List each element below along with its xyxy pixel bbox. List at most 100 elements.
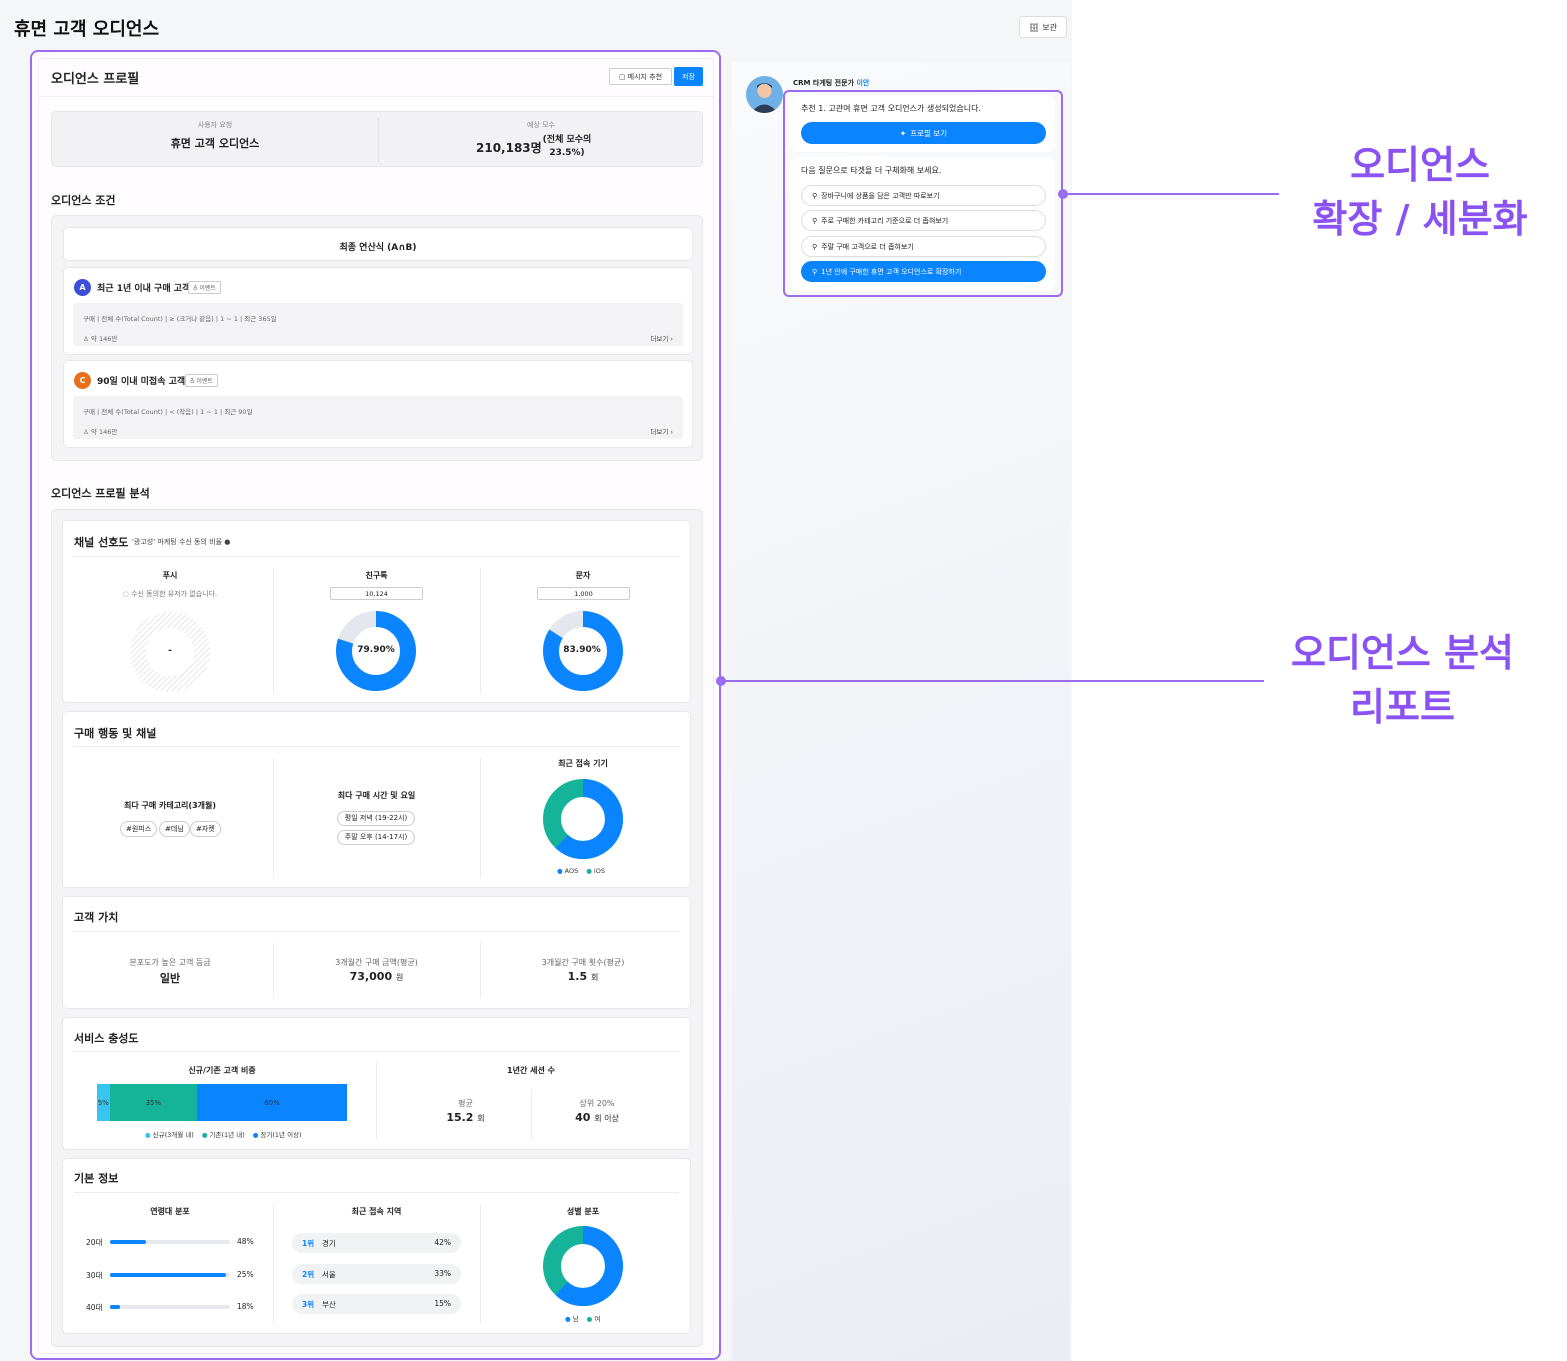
session-top-value: 40 (575, 1111, 591, 1124)
clock-icon: ◌ (122, 590, 129, 598)
gender-title: 성별 분포 (566, 1207, 600, 1216)
age-pct: 25% (237, 1270, 254, 1279)
panel-divider (38, 96, 714, 97)
condition-count: ♙ 약 146만 (83, 333, 117, 343)
region-pct: 42% (434, 1238, 451, 1247)
push-note-text: 수신 동의한 유저가 없습니다. (131, 590, 218, 598)
age-label: 20대 (86, 1238, 103, 1247)
archive-icon: 🗄 (1029, 22, 1040, 32)
annotation-report-line1: 오디언스 분석 (1291, 631, 1514, 675)
session-top-label: 상위 20% (579, 1099, 615, 1108)
agent-name: CRM 타게팅 전문가 이안 (793, 78, 869, 88)
metric-count-value: 1.5 (567, 970, 588, 983)
category-title: 최다 구매 카테고리(3개월) (123, 801, 217, 810)
device-donut (543, 779, 623, 859)
event-tag: ♁ 이벤트 (185, 374, 218, 387)
estimate-ratio-line2: 23.5%) (549, 148, 585, 158)
card-divider (74, 746, 679, 747)
push-note: ◌ 수신 동의한 유저가 없습니다. (74, 589, 266, 599)
region-rank: 1위 (302, 1239, 315, 1248)
agent-highlight: 이안 (856, 79, 870, 87)
card-divider (74, 1192, 679, 1193)
device-legend: AOS iOS (557, 867, 605, 875)
avatar (746, 76, 783, 113)
channel-subtitle: '광고성' 마케팅 수신 동의 비율 ● (132, 537, 230, 547)
chevron-right-icon: › (670, 335, 673, 343)
annotation-expansion-line2: 확장 / 세분화 (1312, 197, 1528, 241)
event-tag-label: 이벤트 (199, 285, 216, 292)
store-button[interactable]: 🗄 보관 (1019, 16, 1067, 38)
age-bar-track (110, 1273, 230, 1277)
metric-count: 1.5 회 (487, 970, 679, 983)
gender-legend: 남 여 (565, 1313, 601, 1323)
column-divider (480, 943, 481, 998)
save-button[interactable]: 저장 (674, 67, 703, 86)
event-tag-label: 이벤트 (196, 378, 213, 385)
kakao-title: 친구톡 (365, 571, 388, 580)
condition-card-a[interactable]: A 최근 1년 이내 구매 고객 ♁ 이벤트 구매 | 전체 수(Total C… (63, 267, 693, 355)
more-link-label: 더보기 (650, 428, 669, 436)
metric-grade-value: 일반 (159, 972, 181, 985)
session-avg-unit: 회 (477, 1114, 485, 1123)
metric-grade-label: 분포도가 높은 고객 등급 (129, 958, 211, 967)
session-top: 40 회 이상 (532, 1111, 662, 1124)
condition-name: 90일 이내 미접속 고객 (97, 377, 186, 387)
condition-count-value: 약 146만 (90, 335, 118, 343)
summary-box: 사용자 요청 휴면 고객 오디언스 예상 모수 210,183명 (전체 모수의… (51, 111, 703, 167)
kakao-pct: 79.90% (357, 645, 395, 655)
category-tag: #데님 (159, 821, 190, 837)
metric-count-label: 3개월간 구매 횟수(평균) (541, 958, 625, 967)
region-name: 부산 (322, 1300, 336, 1309)
user-icon: ♙ (83, 428, 89, 436)
session-title: 1년간 세션 수 (507, 1066, 555, 1075)
message-recommend-label: 메시지 추천 (627, 72, 663, 81)
column-divider (273, 758, 274, 878)
condition-badge: A (74, 279, 91, 296)
chevron-right-icon: › (670, 428, 673, 436)
session-avg-value: 15.2 (446, 1111, 474, 1124)
condition-card-c[interactable]: C 90일 이내 미접속 고객 ♁ 이벤트 구매 | 전체 수(Total Co… (63, 360, 693, 448)
value-title: 고객 가치 (74, 911, 119, 924)
conditions-title: 오디언스 조건 (51, 194, 116, 207)
gender-donut (543, 1226, 623, 1306)
time-pill: 평일 저녁 (19-22시) (337, 811, 415, 826)
legend-longterm: 장기(1년 이상) (253, 1129, 301, 1139)
condition-count-value: 약 146만 (90, 428, 118, 436)
region-name: 경기 (322, 1239, 336, 1248)
segment-longterm: 60% (197, 1084, 347, 1121)
metric-amount-label: 3개월간 구매 금액(평균) (335, 958, 418, 967)
page-title: 휴면 고객 오디언스 (14, 19, 160, 40)
region-row: 1위 경기 42% (292, 1233, 461, 1253)
age-label: 40대 (86, 1303, 103, 1312)
segment-existing: 35% (109, 1084, 197, 1121)
analysis-title: 오디언스 프로필 분석 (51, 487, 150, 500)
more-link[interactable]: 더보기 › (650, 426, 673, 436)
session-avg-label: 평균 (458, 1099, 473, 1108)
estimate-label: 예상 모수 (527, 121, 555, 129)
column-divider (480, 1204, 481, 1324)
card-divider (74, 556, 679, 557)
profile-title: 오디언스 프로필 (51, 72, 140, 87)
segment-new: 5% (97, 1084, 110, 1121)
conditions-box: 최종 연산식 (A∩B) A 최근 1년 이내 구매 고객 ♁ 이벤트 구매 |… (51, 215, 703, 461)
condition-detail: 구매 | 전체 수(Total Count) | < (작음) | 1 ~ 1 … (73, 396, 683, 439)
age-label: 30대 (86, 1271, 103, 1280)
column-divider (480, 568, 481, 693)
condition-detail: 구매 | 전체 수(Total Count) | ≥ (크거나 같음) | 1 … (73, 303, 683, 346)
estimate-ratio-line1: (전체 모수의 (542, 135, 592, 145)
annotation-expansion-line1: 오디언스 (1350, 143, 1490, 187)
push-center-label: - (168, 646, 172, 656)
category-tag: #원피스 (120, 821, 158, 837)
formula-text: 최종 연산식 (A∩B) (339, 243, 417, 253)
more-link[interactable]: 더보기 › (650, 333, 673, 343)
region-title: 최근 접속 지역 (351, 1207, 402, 1216)
column-divider (273, 1204, 274, 1324)
age-title: 연령대 분포 (150, 1207, 190, 1216)
condition-rule: 구매 | 전체 수(Total Count) | < (작음) | 1 ~ 1 … (83, 408, 253, 416)
kakao-count: 10,124 (330, 587, 423, 600)
column-divider (273, 568, 274, 693)
message-recommend-button[interactable]: ▢ 메시지 추천 (609, 68, 672, 85)
annotation-expansion: 오디언스확장 / 세분화 (1290, 138, 1550, 246)
info-icon[interactable]: ● (224, 538, 230, 546)
highlight-frame-expansion (783, 90, 1063, 297)
